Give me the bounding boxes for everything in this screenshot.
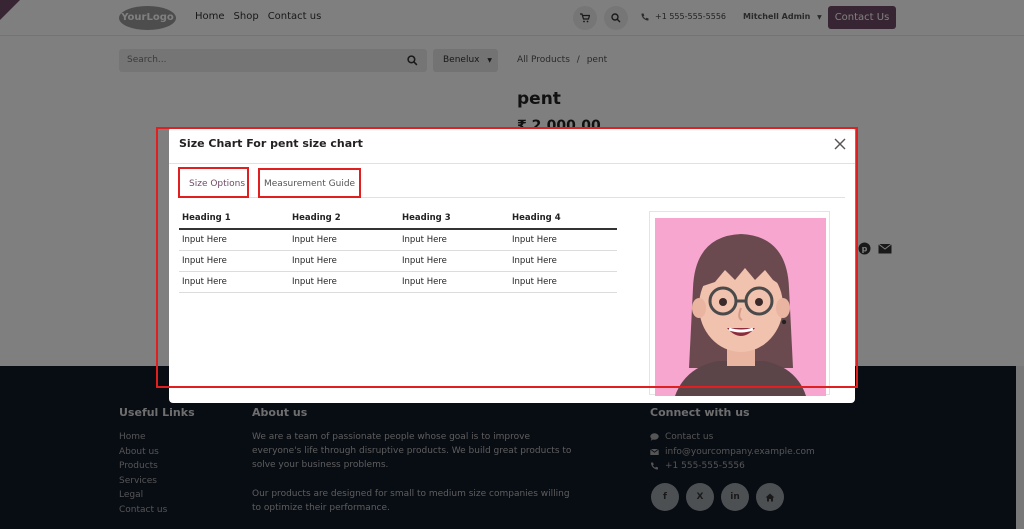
- modal-highlight-box: [156, 127, 858, 388]
- size-options-highlight-box: [178, 167, 249, 198]
- measurement-guide-highlight-box: [258, 168, 361, 198]
